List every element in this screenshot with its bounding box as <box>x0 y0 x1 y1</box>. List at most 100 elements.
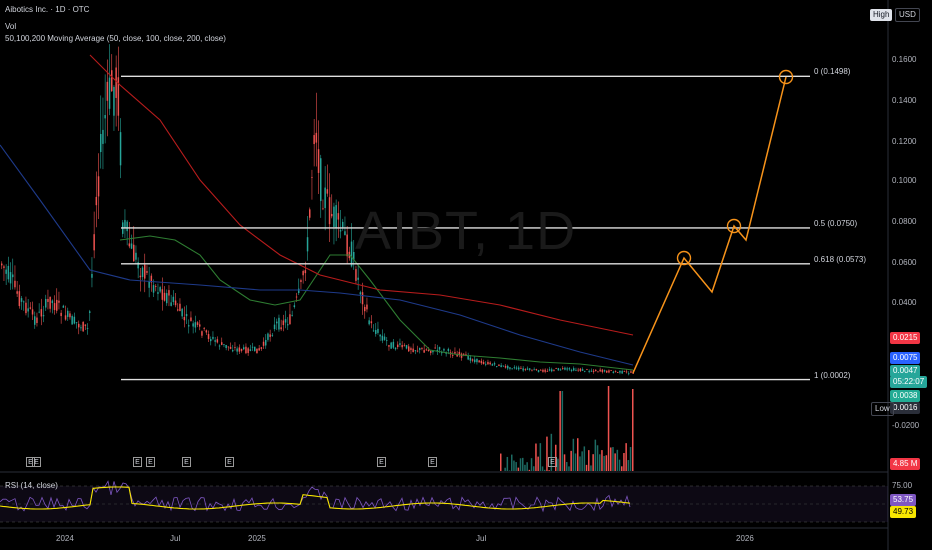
currency-button[interactable]: USD <box>895 8 920 22</box>
candle <box>166 289 168 306</box>
moving-average-indicator-label[interactable]: 50,100,200 Moving Average (50, close, 10… <box>5 34 226 44</box>
candle <box>170 294 172 307</box>
candle <box>47 289 49 310</box>
candle <box>89 309 91 321</box>
candle <box>12 258 14 290</box>
fib-level-label: 1 (0.0002) <box>814 370 851 380</box>
price-axis-label: 0.1000 <box>892 176 917 185</box>
volume-bar <box>506 456 509 471</box>
fib-level-label: 0.5 (0.0750) <box>814 218 858 228</box>
projection-path[interactable] <box>632 69 794 374</box>
candle <box>304 261 307 281</box>
candle <box>581 367 584 371</box>
candle <box>346 225 348 264</box>
earnings-marker[interactable]: E <box>225 457 234 467</box>
candle <box>203 326 205 331</box>
candle <box>130 234 133 250</box>
candle <box>441 350 443 356</box>
earnings-marker[interactable]: E <box>377 457 386 467</box>
candle <box>172 290 175 306</box>
volume-bar <box>522 457 524 471</box>
symbol-title[interactable]: Aibotics Inc. · 1D · OTC <box>5 5 89 15</box>
candle <box>124 209 126 238</box>
earnings-marker[interactable]: E <box>428 457 437 467</box>
volume-bar <box>616 449 619 471</box>
candle <box>146 265 148 276</box>
price-tag: 0.0038 <box>890 390 921 402</box>
candle <box>262 337 265 349</box>
candle <box>34 311 36 329</box>
candle <box>416 345 419 353</box>
candle <box>104 74 106 144</box>
candle <box>306 215 309 261</box>
volume-bar <box>570 450 572 471</box>
earnings-marker[interactable]: E <box>146 457 155 467</box>
candle <box>205 329 208 335</box>
candle <box>287 317 289 330</box>
candle <box>179 298 181 312</box>
volume-bar <box>621 466 623 471</box>
candle <box>148 266 150 298</box>
candle <box>181 307 183 319</box>
candle <box>436 344 439 356</box>
candle <box>606 370 608 374</box>
price-tag: 0.0075 <box>890 352 921 364</box>
candle <box>612 370 615 374</box>
candle <box>614 370 617 373</box>
rsi-indicator-label[interactable]: RSI (14, close) <box>5 481 58 491</box>
volume-bar <box>519 458 522 471</box>
candle <box>548 366 551 372</box>
candle <box>586 368 588 370</box>
volume-bar <box>618 459 621 471</box>
candle <box>84 324 87 330</box>
candle <box>18 284 21 309</box>
candle <box>344 216 346 236</box>
candle <box>31 301 34 320</box>
candle <box>542 368 544 373</box>
candle <box>592 369 595 374</box>
candle <box>608 369 610 374</box>
candle <box>93 211 95 259</box>
candle <box>628 371 630 376</box>
candle <box>566 366 568 372</box>
candle <box>370 315 373 329</box>
candle <box>623 370 626 372</box>
candle <box>276 318 278 331</box>
earnings-marker[interactable]: E <box>548 457 557 467</box>
candle <box>251 342 254 352</box>
candle <box>300 278 302 290</box>
candle <box>410 346 412 355</box>
time-axis-label: 2026 <box>736 534 754 543</box>
volume-bar <box>605 455 608 471</box>
candle <box>218 344 221 350</box>
candle <box>1 261 3 270</box>
earnings-marker[interactable]: E <box>133 457 142 467</box>
volume-bar <box>588 450 590 471</box>
price-axis-label: 0.1200 <box>892 137 917 146</box>
volume-indicator-label[interactable]: Vol <box>5 22 16 32</box>
candle <box>245 343 247 355</box>
volume-bar <box>544 469 546 471</box>
candle <box>348 246 351 261</box>
candle <box>225 344 227 351</box>
candle <box>564 366 566 371</box>
volume-bar <box>629 447 632 471</box>
candle <box>273 317 276 332</box>
candle <box>412 343 414 353</box>
candle <box>229 342 232 350</box>
earnings-marker[interactable]: E <box>32 457 41 467</box>
candle <box>361 282 364 315</box>
candle <box>73 312 76 325</box>
low-button[interactable]: Low <box>871 402 894 416</box>
candle <box>53 295 56 315</box>
candle <box>135 245 137 264</box>
candle <box>458 348 461 358</box>
fib-level-label: 0 (0.1498) <box>814 67 851 77</box>
candle <box>216 336 219 344</box>
candle <box>342 218 344 231</box>
candle <box>322 199 324 211</box>
candle <box>533 367 535 371</box>
earnings-marker[interactable]: E <box>182 457 191 467</box>
high-button[interactable]: High <box>870 9 893 21</box>
candle <box>419 347 421 354</box>
